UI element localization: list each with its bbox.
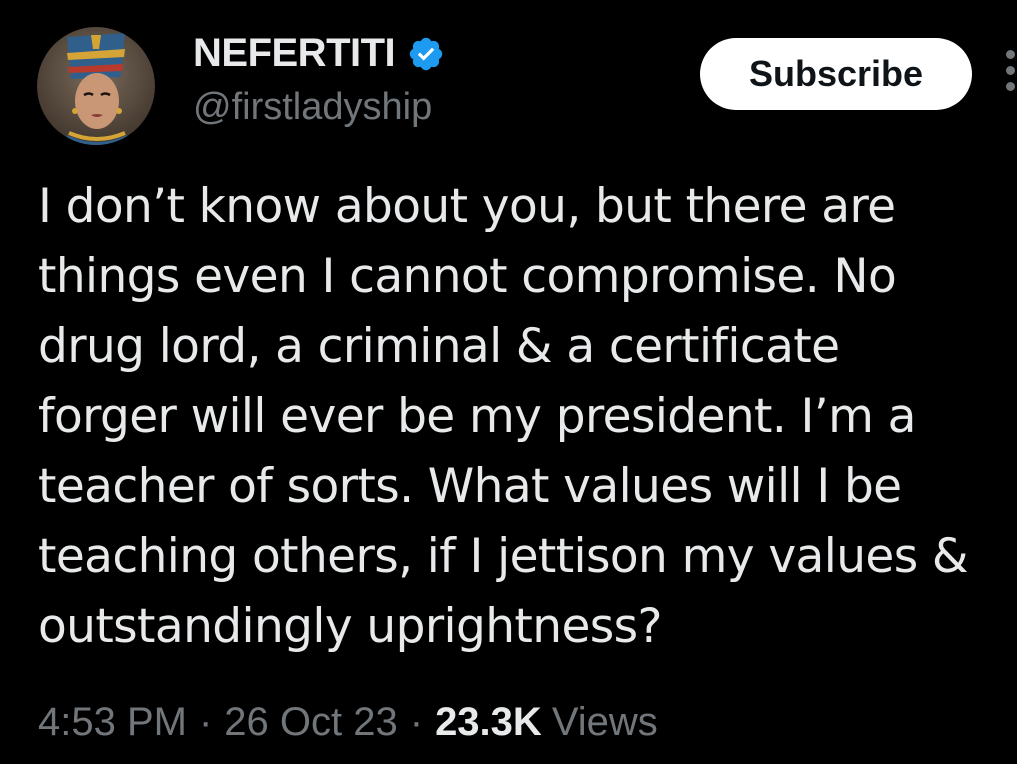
more-dot xyxy=(1006,66,1015,75)
tweet-line: things even I cannot compromise. No xyxy=(38,249,897,304)
verified-badge-icon[interactable] xyxy=(407,35,445,73)
more-dot xyxy=(1006,82,1015,91)
more-dot xyxy=(1006,50,1015,59)
tweet-meta: 4:53 PM · 26 Oct 23 · 23.3K Views xyxy=(38,700,658,745)
views-count[interactable]: 23.3K xyxy=(435,700,542,745)
tweet-text: I don’t know about you, but there are th… xyxy=(38,172,1017,662)
more-dots-icon[interactable] xyxy=(1006,46,1017,106)
tweet-date[interactable]: 26 Oct 23 xyxy=(224,700,397,745)
tweet-line: teacher of sorts. What values will I be xyxy=(38,459,902,514)
avatar[interactable] xyxy=(37,27,155,145)
tweet-line: drug lord, a criminal & a certificate xyxy=(38,319,840,374)
tweet-line: I don’t know about you, but there are xyxy=(38,179,896,234)
views-label[interactable]: Views xyxy=(552,700,658,745)
nefertiti-avatar-icon xyxy=(37,27,155,145)
tweet-line: outstandingly uprightness? xyxy=(38,599,662,654)
meta-separator: · xyxy=(198,700,213,744)
tweet-line: forger will ever be my president. I’m a xyxy=(38,389,916,444)
meta-separator: · xyxy=(409,700,424,744)
subscribe-button[interactable]: Subscribe xyxy=(700,38,972,110)
tweet-time[interactable]: 4:53 PM xyxy=(38,700,187,745)
author-name-row[interactable]: NEFERTITI xyxy=(193,31,445,76)
tweet-line: teaching others, if I jettison my values… xyxy=(38,529,969,584)
author-display-name[interactable]: NEFERTITI xyxy=(193,31,396,76)
author-handle[interactable]: @firstladyship xyxy=(193,86,432,129)
